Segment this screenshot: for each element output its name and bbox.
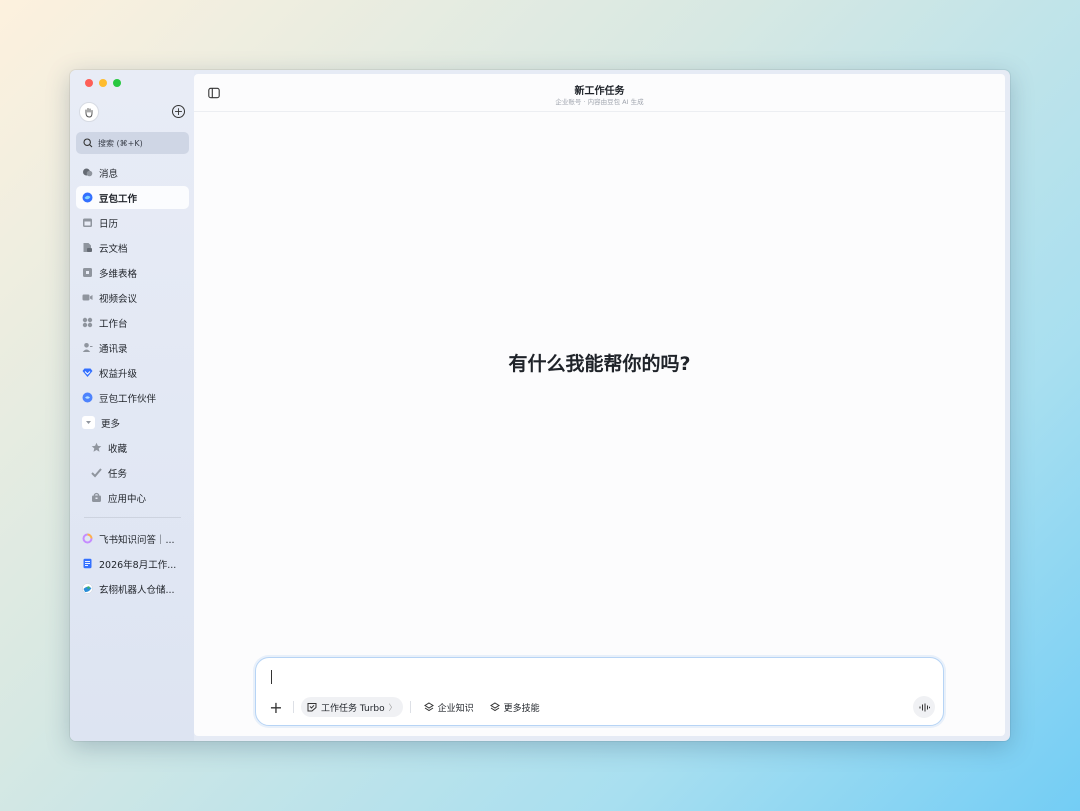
sidebar-item-messages[interactable]: 消息: [76, 161, 189, 184]
sidebar-item-contacts[interactable]: 通讯录: [76, 336, 189, 359]
sidebar-item-partner[interactable]: 豆包工作伙伴: [76, 386, 189, 409]
toolbar-divider: [293, 701, 294, 713]
attach-button[interactable]: +: [266, 697, 286, 717]
workplace-icon: [82, 317, 93, 328]
recent-item[interactable]: 2026年8月工作...: [76, 552, 189, 575]
window-controls: [85, 79, 121, 87]
partner-icon: [82, 392, 93, 403]
sidebar-item-label: 任务: [108, 468, 128, 480]
minimize-window-button[interactable]: [99, 79, 107, 87]
more-skills-chip[interactable]: 更多技能: [484, 697, 546, 717]
chat-icon: [82, 167, 93, 178]
task-icon: [307, 703, 317, 712]
check-icon: [91, 467, 102, 478]
cloud-doc-icon: [82, 242, 93, 253]
recent-item-label: 玄栩机器人仓储...: [99, 584, 175, 596]
app-window: + 搜索 (⌘+K) 消息 豆包工作 日历 云文档 多维表格 视频会议 工作台 …: [70, 70, 1010, 741]
sidebar-divider: [84, 517, 181, 518]
doc-icon: [82, 558, 93, 569]
sidebar-item-cloud-docs[interactable]: 云文档: [76, 236, 189, 259]
search-icon: [83, 138, 93, 148]
recent-item-label: 2026年8月工作...: [99, 559, 177, 571]
ring-icon: [82, 533, 93, 544]
contacts-icon: [82, 342, 93, 353]
hand-icon: [85, 108, 93, 118]
sidebar-item-doubao-work[interactable]: 豆包工作: [76, 186, 189, 209]
recent-item[interactable]: 玄栩机器人仓储...: [76, 577, 189, 600]
sidebar-item-more[interactable]: 更多: [76, 411, 189, 434]
sidebar-item-label: 视频会议: [99, 293, 138, 305]
sidebar-item-label: 豆包工作: [99, 193, 138, 205]
voice-input-button[interactable]: [913, 696, 935, 718]
page-title: 新工作任务: [574, 86, 625, 97]
sidebar-item-label: 消息: [99, 168, 119, 180]
diamond-icon: [82, 367, 93, 378]
sidebar-item-app-center[interactable]: 应用中心: [76, 486, 189, 509]
composer-toolbar: + 工作任务 Turbo 〉 企业知识 更多技能: [266, 696, 546, 718]
sidebar-item-label: 收藏: [108, 443, 128, 455]
sidebar-item-label: 工作台: [99, 318, 128, 330]
sidebar-nav: 消息 豆包工作 日历 云文档 多维表格 视频会议 工作台 通讯录 权益升级 豆包…: [76, 161, 189, 602]
sidebar-item-video-meeting[interactable]: 视频会议: [76, 286, 189, 309]
close-window-button[interactable]: [85, 79, 93, 87]
layers-icon: [489, 702, 500, 712]
sidebar-item-label: 更多: [101, 418, 121, 430]
waveform-icon: [919, 703, 930, 711]
new-chat-button[interactable]: +: [172, 105, 185, 118]
sidebar-item-workplace[interactable]: 工作台: [76, 311, 189, 334]
maximize-window-button[interactable]: [113, 79, 121, 87]
sidebar-item-favorites[interactable]: 收藏: [76, 436, 189, 459]
welcome-heading: 有什么我能帮你的吗?: [508, 353, 691, 375]
chip-arrow: 〉: [388, 702, 397, 712]
sidebar-item-base-table[interactable]: 多维表格: [76, 261, 189, 284]
sidebar-item-calendar[interactable]: 日历: [76, 211, 189, 234]
text-caret: [271, 670, 272, 684]
enterprise-knowledge-chip[interactable]: 企业知识: [418, 697, 480, 717]
sidebar-item-upgrade[interactable]: 权益升级: [76, 361, 189, 384]
calendar-icon: [82, 217, 93, 228]
main-panel: 新工作任务 企业账号 · 内容由豆包 AI 生成 有什么我能帮你的吗? + 工作…: [194, 74, 1005, 736]
recent-item-label: 飞书知识问答｜...: [99, 534, 175, 546]
header-bar: 新工作任务 企业账号 · 内容由豆包 AI 生成: [194, 74, 1005, 112]
bag-icon: [91, 492, 102, 503]
recent-item[interactable]: 飞书知识问答｜...: [76, 527, 189, 550]
plus-icon: +: [173, 105, 184, 118]
star-icon: [91, 442, 102, 453]
doubao-work-icon: [82, 192, 93, 203]
base-table-icon: [82, 267, 93, 278]
chip-label: 更多技能: [503, 703, 540, 714]
plus-icon: +: [269, 697, 283, 717]
avatar[interactable]: [79, 102, 99, 122]
message-composer[interactable]: + 工作任务 Turbo 〉 企业知识 更多技能: [255, 657, 944, 726]
sidebar-item-label: 权益升级: [99, 368, 138, 380]
sidebar-item-label: 多维表格: [99, 268, 138, 280]
chevron-down-icon: [82, 416, 95, 429]
video-icon: [82, 292, 93, 303]
sidebar-item-label: 豆包工作伙伴: [99, 393, 157, 405]
sidebar: + 搜索 (⌘+K) 消息 豆包工作 日历 云文档 多维表格 视频会议 工作台 …: [70, 70, 194, 741]
work-task-turbo-chip[interactable]: 工作任务 Turbo 〉: [301, 697, 403, 717]
sidebar-item-label: 应用中心: [108, 493, 147, 505]
chip-label: 企业知识: [437, 703, 474, 714]
sidebar-item-label: 云文档: [99, 243, 128, 255]
page-subtitle: 企业账号 · 内容由豆包 AI 生成: [555, 98, 644, 106]
chip-label: 工作任务 Turbo: [321, 703, 385, 714]
sidebar-item-label: 日历: [99, 218, 119, 230]
toolbar-divider: [409, 701, 411, 713]
search-box[interactable]: 搜索 (⌘+K): [76, 132, 189, 154]
sidebar-item-tasks[interactable]: 任务: [76, 461, 189, 484]
globe-icon: [82, 583, 93, 594]
sidebar-item-label: 通讯录: [99, 343, 128, 355]
layers-icon: [423, 702, 434, 712]
search-label: 搜索 (⌘+K): [98, 138, 143, 148]
